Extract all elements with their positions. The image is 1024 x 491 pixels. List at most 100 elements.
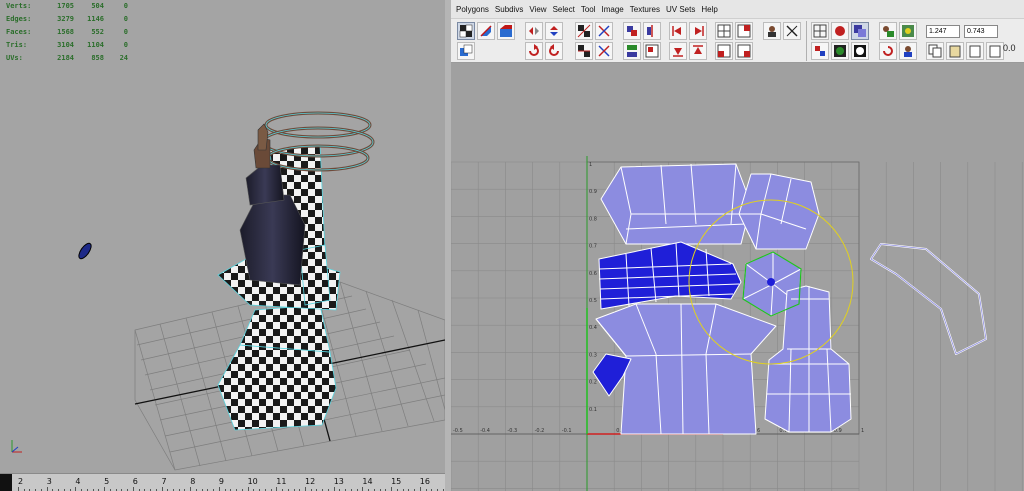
rotate-cw-icon[interactable]	[545, 42, 563, 60]
isolate-icon[interactable]	[811, 42, 829, 60]
hud-row-uvs: UVs: 2184 858 24	[6, 54, 128, 62]
menu-textures[interactable]: Textures	[627, 5, 663, 14]
grid-label: -0.2	[535, 428, 545, 434]
menu-select[interactable]: Select	[550, 5, 578, 14]
stack-icon[interactable]	[623, 42, 641, 60]
frame-tick-mark	[104, 487, 106, 491]
v-coordinate-field[interactable]: 0.743	[964, 25, 998, 38]
grid-label: -0.5	[453, 428, 463, 434]
viewport-scene	[78, 111, 445, 471]
menu-subdivs[interactable]: Subdivs	[492, 5, 526, 14]
grid-label: 0.4	[589, 325, 597, 331]
uv-menubar: Polygons Subdivs View Select Tool Image …	[451, 0, 1024, 19]
frame-tick-mark	[305, 487, 306, 491]
menu-polygons[interactable]: Polygons	[453, 5, 492, 14]
layout-icon[interactable]	[623, 22, 641, 40]
copy-uv-icon[interactable]	[926, 42, 944, 60]
uv-texture-editor: Polygons Subdivs View Select Tool Image …	[451, 0, 1024, 491]
grid-label: -0.1	[562, 428, 572, 434]
axis-gizmo-icon	[11, 440, 22, 453]
frame-tick-mark	[247, 487, 249, 491]
current-frame-marker[interactable]	[0, 474, 12, 491]
uv-shell-top-right	[738, 173, 820, 250]
grid-label: 0.7	[589, 244, 597, 250]
poly-count-hud: Verts: 1705 504 0 Edges: 3279 1146 0 Fac…	[6, 0, 128, 65]
move-down-icon[interactable]	[669, 42, 687, 60]
checker-icon[interactable]	[575, 22, 593, 40]
uv-select-icon[interactable]	[457, 22, 475, 40]
frame-tick-mark	[75, 487, 77, 491]
normalize-icon[interactable]	[643, 42, 661, 60]
frame-tick-label: 7	[161, 477, 167, 486]
grid-label: -0.3	[507, 428, 517, 434]
uv-move-icon[interactable]	[477, 22, 495, 40]
refresh-icon[interactable]	[879, 42, 897, 60]
paste-u-icon[interactable]	[966, 42, 984, 60]
uv-canvas[interactable]: 1 0.9 0.8 0.7 0.6 0.5 0.4 0.3 0.2 0.1 -0.5 -0.4 -0.…	[451, 64, 1024, 491]
menu-view[interactable]: View	[526, 5, 549, 14]
grid-label: 0.2	[589, 380, 597, 386]
move-left-icon[interactable]	[669, 22, 687, 40]
menu-uv-sets[interactable]: UV Sets	[663, 5, 698, 14]
image-display-icon[interactable]	[899, 22, 917, 40]
align-icon[interactable]	[643, 22, 661, 40]
zoom-readout: 0.0	[1003, 43, 1016, 53]
grid-label: 0.6	[589, 271, 597, 277]
frame-tick-label: 14	[362, 477, 373, 486]
hud-row-verts: Verts: 1705 504 0	[6, 2, 128, 10]
frame-tick-mark	[362, 487, 364, 491]
uv-shade-icon[interactable]	[831, 22, 849, 40]
menu-help[interactable]: Help	[698, 5, 720, 14]
alpha-channel-icon[interactable]	[851, 42, 869, 60]
rotate-ccw-icon[interactable]	[525, 42, 543, 60]
split-uv-icon[interactable]	[595, 42, 613, 60]
frame-tick-label: 6	[132, 477, 138, 486]
perspective-viewport[interactable]: Verts: 1705 504 0 Edges: 3279 1146 0 Fac…	[0, 0, 445, 473]
frame-tick-label: 12	[305, 477, 316, 486]
frame-tick-label: 8	[190, 477, 196, 486]
wireframe-icon[interactable]	[811, 22, 829, 40]
unfold-icon[interactable]	[595, 22, 613, 40]
uv-toolbar: 1.247 0.743 0.0	[451, 19, 1024, 63]
manipulator-pivot	[767, 278, 775, 286]
menu-tool[interactable]: Tool	[578, 5, 599, 14]
frame-tick-label: 10	[247, 477, 258, 486]
paste-v-icon[interactable]	[986, 42, 1004, 60]
flip-v-icon[interactable]	[545, 22, 563, 40]
frame-tick-mark	[46, 487, 48, 491]
grid-label: 0.8	[589, 216, 597, 222]
pixel-snap-icon[interactable]	[735, 42, 753, 60]
grid-label: 0.1	[589, 407, 597, 413]
uv-scale-icon[interactable]	[497, 22, 515, 40]
paste-uv-icon[interactable]	[946, 42, 964, 60]
grid-label: 0.9	[589, 189, 597, 195]
u-coordinate-field[interactable]: 1.247	[926, 25, 960, 38]
frame-tick-label: 15	[391, 477, 402, 486]
time-slider[interactable]: 2 3 4 5 6 7 8 9 10 11 12 13 14 15 16	[0, 473, 445, 491]
move-up-icon[interactable]	[689, 42, 707, 60]
frame-tick-mark	[419, 487, 421, 491]
frame-tick-mark	[190, 487, 192, 491]
flip-u-icon[interactable]	[525, 22, 543, 40]
hud-row-faces: Faces: 1568 552 0	[6, 28, 128, 36]
menu-image[interactable]: Image	[599, 5, 627, 14]
move-right-icon[interactable]	[689, 22, 707, 40]
uv-snapshot-icon[interactable]	[457, 42, 475, 60]
overlap-icon[interactable]	[851, 22, 869, 40]
cut-edge-icon[interactable]	[783, 22, 801, 40]
sew-icon[interactable]	[575, 42, 593, 60]
frame-tick-label: 2	[18, 477, 24, 486]
frame-tick-label: 13	[333, 477, 344, 486]
grid-red-icon[interactable]	[735, 22, 753, 40]
texture-borders-icon[interactable]	[879, 22, 897, 40]
frame-tick-mark	[391, 487, 393, 491]
frame-tick-mark	[132, 487, 134, 491]
uv-shell-top	[600, 163, 752, 245]
snap-icon[interactable]	[715, 42, 733, 60]
frame-tick-label: 3	[46, 477, 52, 486]
color-channels-icon[interactable]	[831, 42, 849, 60]
user-view-icon[interactable]	[899, 42, 917, 60]
grid-icon[interactable]	[715, 22, 733, 40]
avatar-icon[interactable]	[763, 22, 781, 40]
frame-tick-label: 5	[104, 477, 110, 486]
